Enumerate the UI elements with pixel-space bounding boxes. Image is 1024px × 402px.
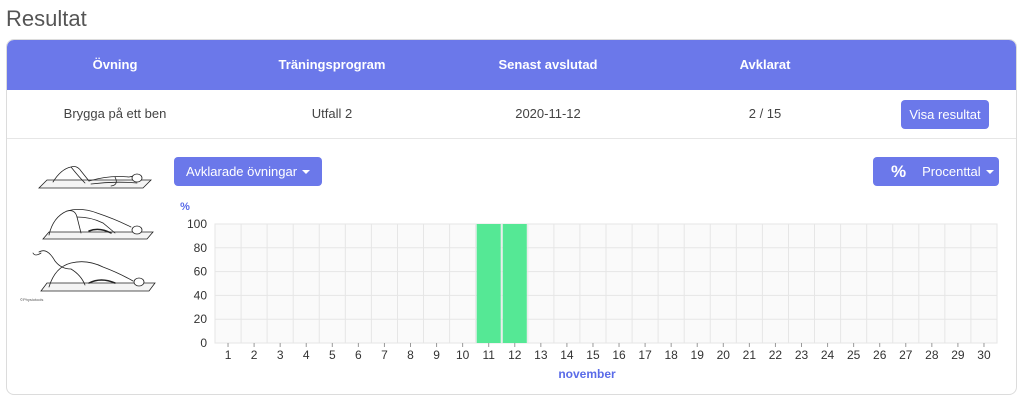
x-tick-label: 11 (482, 348, 495, 362)
display-mode-label: Procenttal (922, 164, 981, 179)
y-tick-label: 40 (194, 288, 208, 302)
x-tick-label: 29 (951, 348, 965, 362)
x-tick-label: 16 (612, 348, 626, 362)
results-card: Övning Träningsprogram Senast avslutad A… (6, 39, 1017, 395)
cell-last-completed: 2020-11-12 (515, 106, 581, 121)
show-results-button[interactable]: Visa resultat (901, 100, 989, 129)
x-tick-label: 19 (691, 348, 705, 362)
x-tick-label: 12 (508, 348, 522, 362)
x-tick-label: 30 (977, 348, 991, 362)
y-tick-label: 60 (194, 265, 208, 279)
illustration-credit: ©Physiotools (20, 297, 44, 302)
y-axis-label: % (180, 201, 190, 213)
exercise-illustration (32, 166, 156, 292)
x-tick-label: 20 (717, 348, 731, 362)
bar-day-12 (502, 224, 527, 343)
x-tick-label: 7 (381, 348, 388, 362)
x-axis-label: november (558, 367, 616, 381)
x-tick-label: 1 (225, 348, 232, 362)
x-tick-label: 21 (743, 348, 757, 362)
x-tick-label: 23 (795, 348, 809, 362)
x-tick-label: 24 (821, 348, 835, 362)
chevron-down-icon (302, 169, 311, 174)
x-tick-label: 2 (251, 348, 258, 362)
bar-day-11 (476, 224, 501, 343)
x-tick-label: 3 (277, 348, 284, 362)
x-tick-label: 26 (873, 348, 887, 362)
y-tick-label: 80 (194, 241, 208, 255)
x-tick-label: 25 (847, 348, 861, 362)
table-header: Övning Träningsprogram Senast avslutad A… (7, 40, 1016, 90)
x-tick-label: 6 (355, 348, 362, 362)
x-tick-label: 18 (664, 348, 678, 362)
x-tick-label: 9 (433, 348, 440, 362)
display-mode-dropdown[interactable]: % Procenttal (873, 157, 999, 186)
cell-completed: 2 / 15 (748, 106, 782, 121)
table-row: Brygga på ett ben Utfall 2 2020-11-12 2 … (7, 90, 1016, 139)
chart-grid (214, 223, 998, 344)
cell-exercise: Brygga på ett ben (63, 106, 167, 121)
x-tick-label: 13 (534, 348, 548, 362)
header-exercise: Övning (92, 57, 138, 72)
results-bar-chart: 020406080100 1 2 3 4 5 6 7 8 9 10 11 12 13 14 15 16 17 18… (180, 201, 998, 381)
x-tick-label: 5 (329, 348, 336, 362)
x-tick-label: 15 (586, 348, 600, 362)
x-tick-label: 8 (407, 348, 414, 362)
percent-icon: % (891, 161, 907, 181)
x-tick-label: 22 (769, 348, 783, 362)
header-completed: Avklarat (739, 57, 791, 72)
completed-exercises-dropdown[interactable]: Avklarade övningar (174, 157, 322, 186)
x-axis-ticks: 1 2 3 4 5 6 7 8 9 10 11 12 13 14 15 16 17 18 19 20 21 22 23 24 2… (225, 343, 991, 362)
y-axis-ticks: 0 20 40 60 80 100 (187, 217, 207, 350)
x-tick-label: 14 (560, 348, 574, 362)
header-program: Träningsprogram (278, 57, 386, 72)
x-tick-label: 27 (899, 348, 913, 362)
cell-program: Utfall 2 (311, 106, 353, 121)
header-last-completed: Senast avslutad (498, 57, 598, 72)
x-tick-label: 28 (925, 348, 939, 362)
x-tick-label: 17 (638, 348, 652, 362)
completed-exercises-dropdown-label: Avklarade övningar (185, 164, 298, 179)
y-tick-label: 0 (200, 336, 207, 350)
y-tick-label: 20 (194, 312, 208, 326)
x-tick-label: 10 (456, 348, 470, 362)
page-title: Resultat (6, 6, 87, 31)
chevron-down-icon (985, 169, 994, 174)
x-tick-label: 4 (303, 348, 310, 362)
y-tick-label: 100 (187, 217, 207, 231)
